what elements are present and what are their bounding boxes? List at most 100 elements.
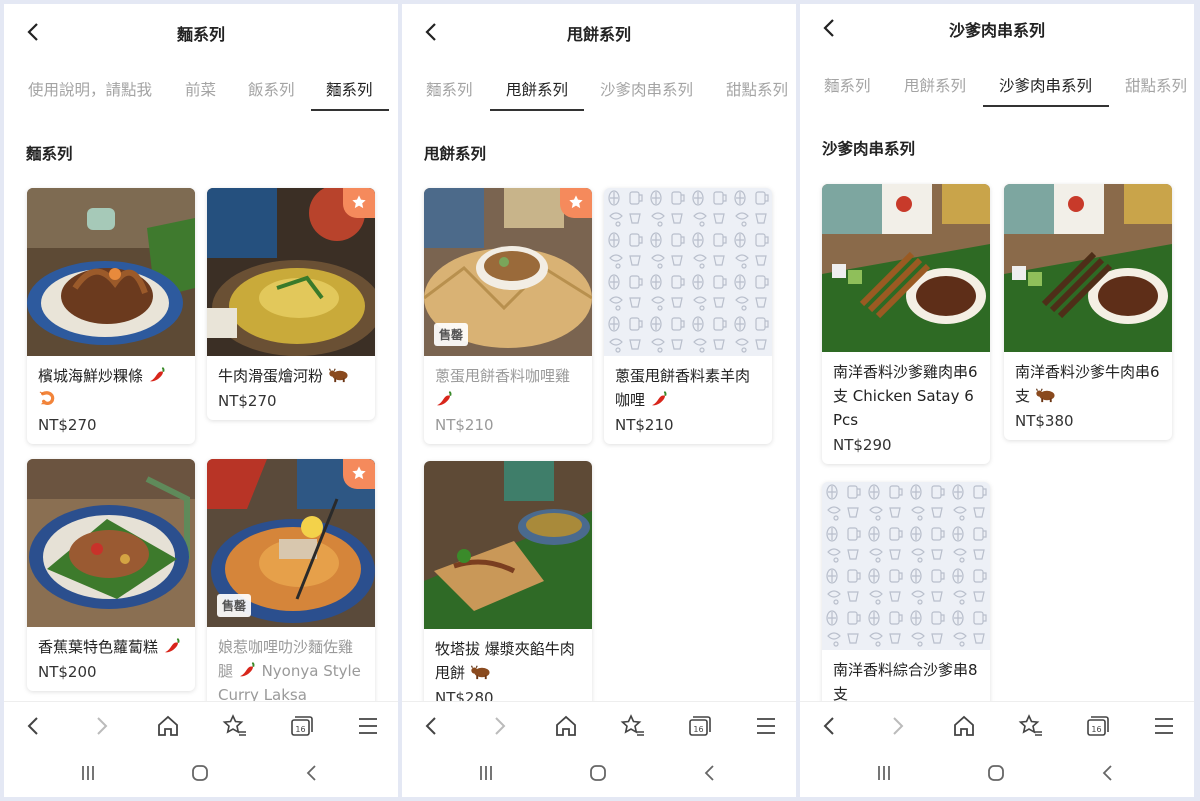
section-title: 麵系列 bbox=[26, 145, 73, 163]
home-icon[interactable] bbox=[951, 713, 977, 739]
tab-appetizers[interactable]: 前菜 bbox=[185, 78, 216, 100]
item-name: 南洋香料沙爹雞肉串6支 Chicken Satay 6 Pcs bbox=[833, 363, 978, 429]
back-icon[interactable] bbox=[419, 713, 445, 739]
home-icon[interactable] bbox=[155, 713, 181, 739]
favorites-icon[interactable] bbox=[620, 713, 646, 739]
header: 沙爹肉串系列 bbox=[800, 4, 1194, 60]
system-back-icon[interactable] bbox=[700, 763, 720, 783]
page-title: 甩餅系列 bbox=[566, 25, 631, 44]
category-tabs: 使用說明，請點我 前菜 飯系列 麵系列 bbox=[4, 62, 398, 114]
home-circle-icon[interactable] bbox=[190, 763, 210, 783]
menu-item-card[interactable]: 牛肉滑蛋燴河粉 NT$270 bbox=[207, 188, 375, 420]
food-photo bbox=[822, 184, 990, 352]
item-name: 牛肉滑蛋燴河粉 bbox=[218, 367, 324, 385]
chili-icon bbox=[238, 660, 257, 679]
forward-icon[interactable] bbox=[486, 713, 512, 739]
star-icon bbox=[351, 465, 367, 481]
item-price: NT$380 bbox=[1015, 412, 1074, 430]
system-back-icon[interactable] bbox=[302, 763, 322, 783]
category-tabs: 麵系列 甩餅系列 沙爹肉串系列 甜點系列 bbox=[800, 58, 1194, 110]
browser-toolbar: 16 bbox=[402, 701, 796, 749]
system-navigation-bar bbox=[800, 749, 1194, 797]
item-price: NT$270 bbox=[38, 416, 97, 434]
tabs-count: 16 bbox=[693, 725, 703, 734]
category-tabs: 麵系列 甩餅系列 沙爹肉串系列 甜點系列 bbox=[402, 62, 796, 114]
food-photo bbox=[27, 188, 195, 356]
system-back-icon[interactable] bbox=[1098, 763, 1118, 783]
beef-icon bbox=[328, 365, 350, 384]
system-navigation-bar bbox=[4, 749, 398, 797]
menu-item-card[interactable]: 售罄 娘惹咖哩叻沙麵佐雞腿 Nyonya Style Curry Laksa bbox=[207, 459, 375, 715]
tab-roti[interactable]: 甩餅系列 bbox=[904, 74, 966, 96]
menu-item-card[interactable]: 蔥蛋甩餅香料素羊肉咖哩 NT$210 bbox=[604, 188, 772, 444]
star-icon bbox=[351, 194, 367, 210]
food-photo bbox=[424, 461, 592, 629]
header: 甩餅系列 bbox=[402, 4, 796, 60]
menu-item-card[interactable]: 南洋香料沙爹雞肉串6支 Chicken Satay 6 Pcs NT$290 bbox=[822, 184, 990, 464]
tab-noodles[interactable]: 麵系列 bbox=[824, 74, 871, 96]
home-circle-icon[interactable] bbox=[588, 763, 608, 783]
placeholder-image bbox=[822, 482, 990, 650]
item-name: 蔥蛋甩餅香料咖哩雞 bbox=[435, 367, 571, 385]
tab-desserts[interactable]: 甜點系列 bbox=[726, 78, 788, 100]
tab-rice[interactable]: 飯系列 bbox=[248, 78, 295, 100]
shrimp-icon bbox=[38, 389, 57, 408]
favorites-icon[interactable] bbox=[1018, 713, 1044, 739]
tabs-count: 16 bbox=[1091, 725, 1101, 734]
tab-noodles[interactable]: 麵系列 bbox=[326, 78, 373, 100]
active-tab-indicator bbox=[490, 109, 584, 111]
menu-item-card[interactable]: 牧塔拔 爆漿夾餡牛肉甩餅 NT$280 bbox=[424, 461, 592, 717]
item-price: NT$270 bbox=[218, 392, 277, 410]
browser-toolbar: 16 bbox=[4, 701, 398, 749]
featured-badge bbox=[343, 188, 375, 218]
chili-icon bbox=[163, 636, 182, 655]
menu-icon[interactable] bbox=[753, 713, 779, 739]
item-price: NT$210 bbox=[435, 416, 494, 434]
favorites-icon[interactable] bbox=[222, 713, 248, 739]
tabs-icon[interactable]: 16 bbox=[1084, 713, 1110, 739]
food-photo: 售罄 bbox=[424, 188, 592, 356]
tab-satay[interactable]: 沙爹肉串系列 bbox=[999, 74, 1092, 96]
food-photo bbox=[1004, 184, 1172, 352]
menu-icon[interactable] bbox=[355, 713, 381, 739]
active-tab-indicator bbox=[983, 105, 1109, 107]
tab-satay[interactable]: 沙爹肉串系列 bbox=[600, 78, 693, 100]
recents-icon[interactable] bbox=[874, 763, 894, 783]
panel-roti: 甩餅系列 麵系列 甩餅系列 沙爹肉串系列 甜點系列 甩餅系列 售罄 蔥蛋甩餅香料… bbox=[402, 4, 796, 797]
home-circle-icon[interactable] bbox=[986, 763, 1006, 783]
system-navigation-bar bbox=[402, 749, 796, 797]
menu-item-card[interactable]: 檳城海鮮炒粿條 NT$270 bbox=[27, 188, 195, 444]
tabs-icon[interactable]: 16 bbox=[288, 713, 314, 739]
chili-icon bbox=[650, 389, 669, 408]
item-name: 香蕉葉特色蘿蔔糕 bbox=[38, 638, 159, 656]
forward-icon[interactable] bbox=[884, 713, 910, 739]
tabs-count: 16 bbox=[295, 725, 305, 734]
tab-desserts[interactable]: 甜點系列 bbox=[1125, 74, 1187, 96]
sold-out-badge: 售罄 bbox=[217, 594, 252, 617]
back-icon[interactable] bbox=[817, 713, 843, 739]
recents-icon[interactable] bbox=[476, 763, 496, 783]
menu-item-card[interactable]: 售罄 蔥蛋甩餅香料咖哩雞 NT$210 bbox=[424, 188, 592, 444]
tab-instructions[interactable]: 使用說明，請點我 bbox=[28, 78, 152, 100]
home-icon[interactable] bbox=[553, 713, 579, 739]
browser-toolbar: 16 bbox=[800, 701, 1194, 749]
menu-icon[interactable] bbox=[1151, 713, 1177, 739]
menu-item-card[interactable]: 香蕉葉特色蘿蔔糕 NT$200 bbox=[27, 459, 195, 691]
star-icon bbox=[568, 194, 584, 210]
tab-noodles[interactable]: 麵系列 bbox=[426, 78, 473, 100]
tab-roti[interactable]: 甩餅系列 bbox=[506, 78, 568, 100]
item-name: 牧塔拔 爆漿夾餡牛肉甩餅 bbox=[435, 640, 575, 682]
tabs-icon[interactable]: 16 bbox=[686, 713, 712, 739]
menu-item-card[interactable]: 南洋香料綜合沙爹串8支 bbox=[822, 482, 990, 714]
menu-item-card[interactable]: 南洋香料沙爹牛肉串6支 NT$380 bbox=[1004, 184, 1172, 440]
page-title: 沙爹肉串系列 bbox=[948, 21, 1045, 40]
food-photo bbox=[27, 459, 195, 627]
active-tab-indicator bbox=[311, 109, 389, 111]
panel-satay: 沙爹肉串系列 麵系列 甩餅系列 沙爹肉串系列 甜點系列 沙爹肉串系列 南洋香料沙… bbox=[800, 4, 1194, 797]
forward-icon[interactable] bbox=[88, 713, 114, 739]
header: 麵系列 bbox=[4, 4, 398, 60]
item-name: 南洋香料綜合沙爹串8支 bbox=[833, 661, 978, 703]
chili-icon bbox=[435, 389, 454, 408]
back-icon[interactable] bbox=[21, 713, 47, 739]
recents-icon[interactable] bbox=[78, 763, 98, 783]
